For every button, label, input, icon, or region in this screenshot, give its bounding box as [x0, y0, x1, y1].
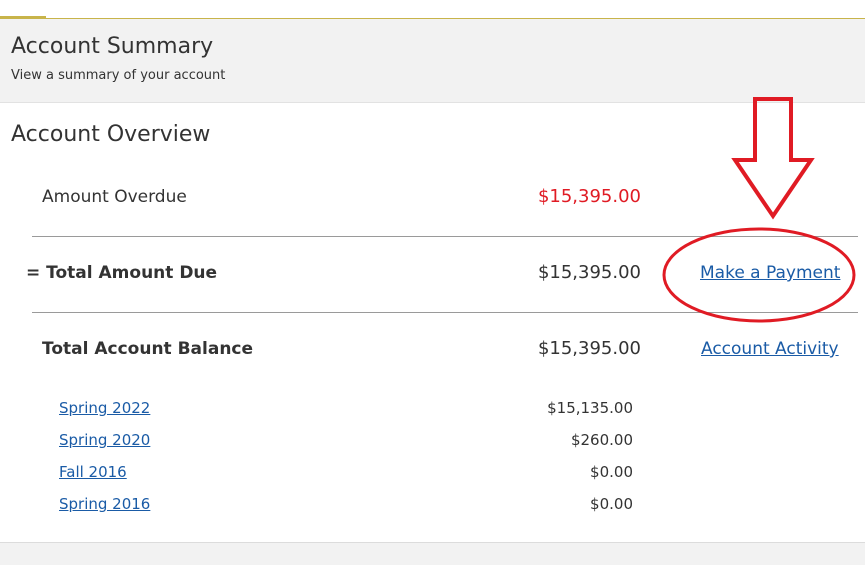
down-arrow-annotation [731, 97, 815, 220]
annotation-layer [662, 97, 856, 323]
ellipse-highlight-annotation [662, 227, 856, 323]
